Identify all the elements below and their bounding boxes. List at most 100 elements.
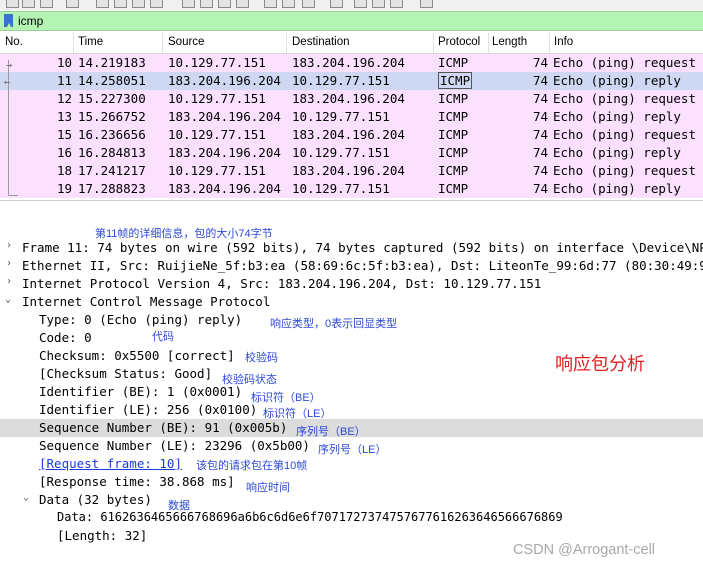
packet-cell-no: 15 <box>56 127 72 142</box>
packet-cell-dst: 183.204.196.204 <box>292 127 405 142</box>
close-file-icon[interactable] <box>132 0 145 8</box>
packet-cell-proto: ICMP <box>438 181 469 196</box>
column-header-info[interactable]: Info <box>554 36 573 48</box>
packet-list-header: No. Time Source Destination Protocol Len… <box>0 33 703 54</box>
packet-cell-len: 74 <box>533 163 549 178</box>
conversation-line-end <box>8 195 18 196</box>
detail-identifier-be[interactable]: Identifier (BE): 1 (0x0001) <box>0 383 703 401</box>
expand-chevron-icon[interactable]: › <box>6 258 12 269</box>
forward-arrow-icon[interactable] <box>218 0 231 8</box>
column-header-protocol[interactable]: Protocol <box>438 36 480 48</box>
packet-row[interactable]: 10 14.219183 10.129.77.151 183.204.196.204 I… <box>0 54 703 72</box>
packet-row[interactable]: 12 15.227300 10.129.77.151 183.204.196.204 I… <box>0 90 703 108</box>
annotation-seq-le: 序列号（LE） <box>318 444 387 456</box>
stop-icon[interactable] <box>22 0 35 8</box>
packet-cell-time: 16.284813 <box>78 145 146 160</box>
column-header-length[interactable]: Length <box>492 36 527 48</box>
annotation-data: 数据 <box>168 500 190 512</box>
packet-row[interactable]: 15 16.236656 10.129.77.151 183.204.196.204 I… <box>0 126 703 144</box>
packet-cell-len: 74 <box>533 55 549 70</box>
packet-cell-time: 14.258051 <box>78 73 146 88</box>
packet-cell-time: 14.219183 <box>78 55 146 70</box>
packet-cell-proto: ICMP <box>438 91 469 106</box>
resize-columns-icon[interactable] <box>420 0 433 8</box>
annotation-identifier-le: 标识符（LE） <box>263 408 332 420</box>
packet-row[interactable]: 11 14.258051 183.204.196.204 10.129.77.151 I… <box>0 72 703 90</box>
last-packet-icon[interactable] <box>282 0 295 8</box>
detail-ip[interactable]: › Internet Protocol Version 4, Src: 183.… <box>0 275 703 293</box>
packet-cell-time: 15.266752 <box>78 109 146 124</box>
detail-icmp-code[interactable]: Code: 0 <box>0 329 703 347</box>
packet-cell-info: Echo (ping) reply <box>553 181 681 196</box>
open-file-icon[interactable] <box>96 0 109 8</box>
packet-cell-info: Echo (ping) request <box>553 163 696 178</box>
packet-cell-proto: ICMP <box>438 163 469 178</box>
toolbar <box>0 0 703 10</box>
autoscroll-icon[interactable] <box>302 0 315 8</box>
packet-details: › Frame 11: 74 bytes on wire (592 bits),… <box>0 237 703 571</box>
packet-cell-time: 17.288823 <box>78 181 146 196</box>
annotation-seq-be: 序列号（BE） <box>296 426 366 438</box>
packet-cell-src: 183.204.196.204 <box>168 73 281 88</box>
back-arrow-icon[interactable] <box>200 0 213 8</box>
reply-arrow-icon: ← <box>4 77 11 88</box>
packet-cell-src: 10.129.77.151 <box>168 91 266 106</box>
column-header-time[interactable]: Time <box>78 36 103 48</box>
packet-cell-time: 17.241217 <box>78 163 146 178</box>
collapse-chevron-icon[interactable]: ⌄ <box>23 492 29 503</box>
annotation-checksum: 校验码 <box>245 352 278 364</box>
detail-data-hex[interactable]: Data: 6162636465666768696a6b6c6d6e6f7071… <box>0 509 703 527</box>
options-gear-icon[interactable] <box>66 0 79 8</box>
packet-cell-proto: ICMP <box>438 127 469 142</box>
detail-icmp[interactable]: ⌄ Internet Control Message Protocol <box>0 293 703 311</box>
column-header-source[interactable]: Source <box>168 36 204 48</box>
packet-cell-len: 74 <box>533 109 549 124</box>
packet-cell-src: 10.129.77.151 <box>168 55 266 70</box>
go-to-packet-icon[interactable] <box>236 0 249 8</box>
zoom-in-icon[interactable] <box>354 0 367 8</box>
request-frame-link[interactable]: [Request frame: 10] <box>39 456 182 471</box>
zoom-normal-icon[interactable] <box>390 0 403 8</box>
packet-cell-time: 15.227300 <box>78 91 146 106</box>
packet-cell-len: 74 <box>533 181 549 196</box>
annotation-code: 代码 <box>152 331 174 343</box>
annotation-checksum-status: 校验码状态 <box>222 374 277 386</box>
expand-chevron-icon[interactable]: › <box>6 276 12 287</box>
packet-cell-no: 19 <box>56 181 72 196</box>
packet-row[interactable]: 13 15.266752 183.204.196.204 10.129.77.151 I… <box>0 108 703 126</box>
packet-cell-proto: ICMP <box>438 55 469 70</box>
first-packet-icon[interactable] <box>264 0 277 8</box>
detail-frame[interactable]: › Frame 11: 74 bytes on wire (592 bits),… <box>0 239 703 257</box>
watermark: CSDN @Arrogant-cell <box>513 542 656 558</box>
find-icon[interactable] <box>182 0 195 8</box>
detail-response-time[interactable]: [Response time: 38.868 ms] <box>0 473 703 491</box>
packet-cell-proto: ICMP <box>438 72 473 89</box>
column-header-destination[interactable]: Destination <box>292 36 350 48</box>
annotation-type: 响应类型，0表示回显类型 <box>270 318 398 330</box>
packet-row[interactable]: 16 16.284813 183.204.196.204 10.129.77.151 I… <box>0 144 703 162</box>
restart-icon[interactable] <box>40 0 53 8</box>
column-header-no[interactable]: No. <box>5 36 23 48</box>
packet-cell-info: Echo (ping) request <box>553 55 696 70</box>
detail-identifier-le[interactable]: Identifier (LE): 256 (0x0100) <box>0 401 703 419</box>
colorize-icon[interactable] <box>330 0 343 8</box>
reload-icon[interactable] <box>150 0 163 8</box>
save-file-icon[interactable] <box>114 0 127 8</box>
packet-cell-time: 16.236656 <box>78 127 146 142</box>
detail-ethernet[interactable]: › Ethernet II, Src: RuijieNe_5f:b3:ea (5… <box>0 257 703 275</box>
filter-bookmark-icon[interactable] <box>4 14 13 27</box>
shark-fin-icon[interactable] <box>6 0 19 8</box>
packet-cell-len: 74 <box>533 127 549 142</box>
display-filter-input[interactable] <box>18 13 578 29</box>
collapse-chevron-icon[interactable]: ⌄ <box>5 294 11 305</box>
expand-chevron-icon[interactable]: › <box>6 240 12 251</box>
detail-request-frame[interactable]: [Request frame: 10] <box>0 455 703 473</box>
packet-cell-dst: 10.129.77.151 <box>292 109 390 124</box>
detail-data[interactable]: ⌄ Data (32 bytes) <box>0 491 703 509</box>
zoom-out-icon[interactable] <box>372 0 385 8</box>
packet-row[interactable]: 19 17.288823 183.204.196.204 10.129.77.151 I… <box>0 180 703 198</box>
packet-cell-src: 183.204.196.204 <box>168 181 281 196</box>
packet-cell-dst: 183.204.196.204 <box>292 163 405 178</box>
annotation-response-time: 响应时间 <box>246 482 290 494</box>
packet-row[interactable]: 18 17.241217 10.129.77.151 183.204.196.204 I… <box>0 162 703 180</box>
